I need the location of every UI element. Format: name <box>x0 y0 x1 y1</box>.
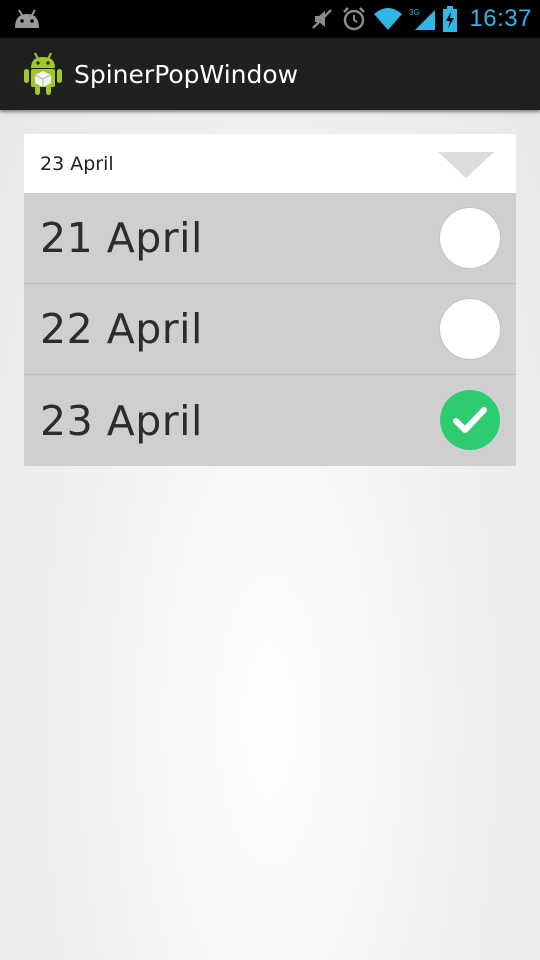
list-item[interactable]: 21 April <box>24 193 516 284</box>
mute-icon <box>309 6 335 32</box>
status-time: 16:37 <box>469 5 532 32</box>
status-icons: 3G 16:37 <box>309 0 532 38</box>
svg-text:3G: 3G <box>409 8 420 17</box>
android-notification-icon <box>12 6 42 32</box>
wifi-icon <box>373 6 403 32</box>
list-item[interactable]: 23 April <box>24 375 516 466</box>
signal-3g-icon: 3G <box>409 6 437 32</box>
alarm-icon <box>341 6 367 32</box>
status-bar: 3G 16:37 <box>0 0 540 38</box>
spinner-selected-value: 23 April <box>40 152 114 175</box>
radio-unchecked-icon[interactable] <box>440 299 500 359</box>
battery-charging-icon <box>443 6 458 32</box>
checkmark-icon[interactable] <box>440 390 500 450</box>
android-app-icon[interactable] <box>22 50 64 98</box>
spinner-popup-list: 21 April 22 April 23 April <box>24 193 516 466</box>
date-spinner[interactable]: 23 April <box>24 134 516 193</box>
radio-unchecked-icon[interactable] <box>440 208 500 268</box>
list-item[interactable]: 22 April <box>24 284 516 375</box>
action-bar: SpinerPopWindow <box>0 38 540 110</box>
list-item-label: 21 April <box>40 214 203 262</box>
list-item-label: 23 April <box>40 396 203 445</box>
app-title: SpinerPopWindow <box>74 59 299 89</box>
dropdown-arrow-icon[interactable] <box>438 152 494 178</box>
list-item-label: 22 April <box>40 305 203 353</box>
